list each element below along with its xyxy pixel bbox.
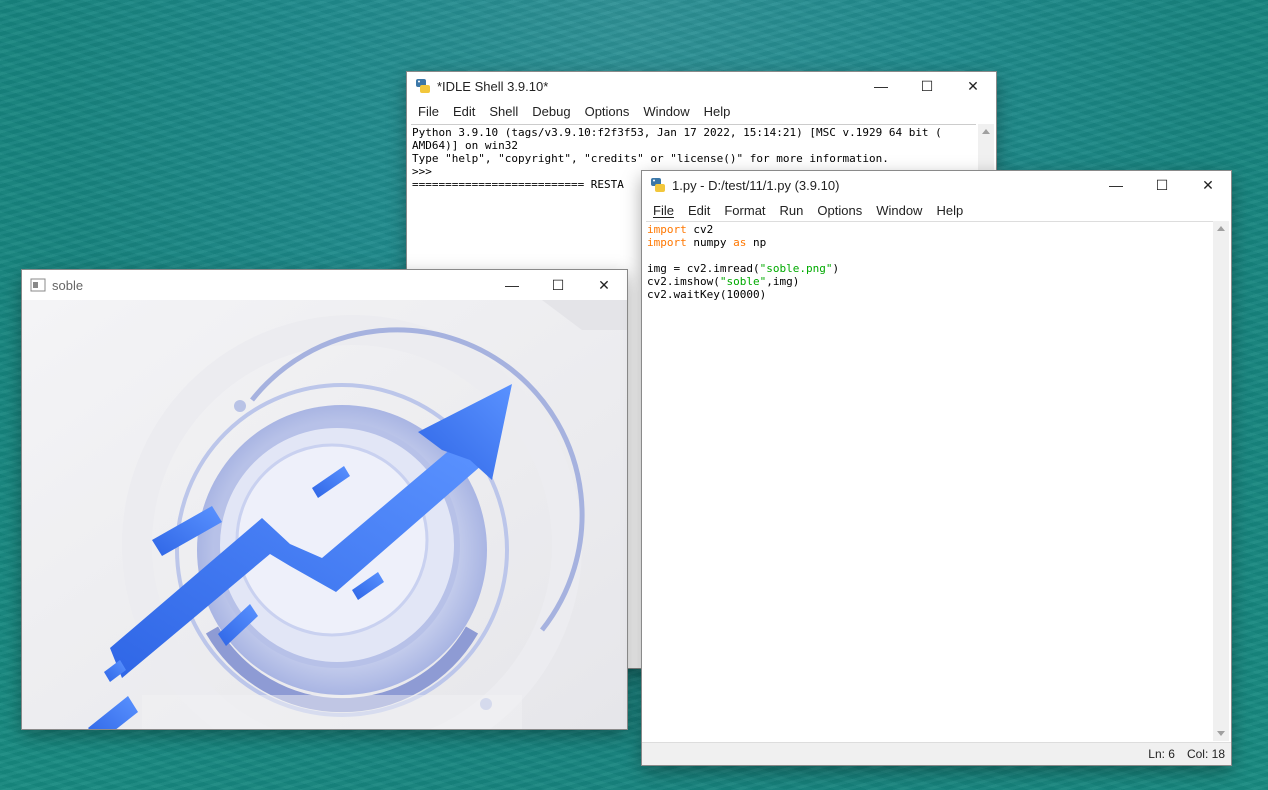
menu-window[interactable]: Window	[636, 104, 696, 119]
editor-scrollbar[interactable]	[1213, 221, 1229, 741]
menu-edit[interactable]: Edit	[446, 104, 482, 119]
scroll-up-icon[interactable]	[1217, 226, 1225, 231]
menu-shell[interactable]: Shell	[482, 104, 525, 119]
shell-line: AMD64)] on win32	[412, 139, 518, 152]
scroll-up-icon[interactable]	[982, 129, 990, 134]
code-line-2: import numpy as np	[647, 236, 1212, 249]
editor-title: 1.py - D:/test/11/1.py (3.9.10)	[672, 177, 840, 193]
python-icon	[416, 79, 430, 93]
close-button[interactable]: ✕	[1185, 171, 1231, 199]
minimize-button[interactable]: —	[1093, 171, 1139, 199]
code-text: cv2.imshow(	[647, 275, 720, 288]
code-text: cv2	[686, 223, 714, 236]
menu-file[interactable]: File	[646, 203, 681, 218]
menu-window[interactable]: Window	[869, 203, 929, 218]
window-icon	[30, 278, 46, 292]
menu-help[interactable]: Help	[697, 104, 738, 119]
status-line: Ln: 6	[1148, 747, 1175, 761]
menu-options[interactable]: Options	[578, 104, 637, 119]
maximize-button[interactable]: ☐	[1139, 171, 1185, 199]
editor-text-area[interactable]: import cv2 import numpy as np img = cv2.…	[646, 221, 1213, 741]
python-file-icon	[651, 178, 665, 192]
scroll-down-icon[interactable]	[1217, 731, 1225, 736]
code-line-6: cv2.waitKey(10000)	[647, 288, 767, 301]
code-line-5: cv2.imshow("soble",img)	[647, 275, 1212, 288]
editor-window[interactable]: 1.py - D:/test/11/1.py (3.9.10) — ☐ ✕ Fi…	[642, 171, 1231, 765]
minimize-button[interactable]: —	[858, 72, 904, 100]
keyword: as	[733, 236, 747, 249]
menu-help[interactable]: Help	[929, 203, 970, 218]
code-text: )	[832, 262, 840, 275]
code-text: numpy	[686, 236, 734, 249]
editor-menubar: File Edit Format Run Options Window Help	[642, 199, 1231, 221]
menu-format[interactable]: Format	[717, 203, 772, 218]
menu-file[interactable]: File	[411, 104, 446, 119]
shell-title: *IDLE Shell 3.9.10*	[437, 78, 549, 94]
menu-edit[interactable]: Edit	[681, 203, 717, 218]
string-literal: "soble.png"	[759, 262, 833, 275]
minimize-button[interactable]: —	[489, 270, 535, 300]
shell-titlebar[interactable]: *IDLE Shell 3.9.10* — ☐ ✕	[407, 72, 996, 100]
menu-run[interactable]: Run	[773, 203, 811, 218]
image-titlebar[interactable]: soble — ☐ ✕	[22, 270, 627, 300]
shell-line: Python 3.9.10 (tags/v3.9.10:f2f3f53, Jan…	[412, 126, 942, 139]
image-title: soble	[52, 277, 84, 293]
image-window[interactable]: soble — ☐ ✕	[22, 270, 627, 729]
shell-line: Type "help", "copyright", "credits" or "…	[412, 152, 889, 165]
menu-options[interactable]: Options	[810, 203, 869, 218]
maximize-button[interactable]: ☐	[535, 270, 581, 300]
menu-debug[interactable]: Debug	[525, 104, 577, 119]
code-line-1: import cv2	[647, 223, 1212, 236]
string-literal: "soble"	[719, 275, 767, 288]
close-button[interactable]: ✕	[581, 270, 627, 300]
keyword: import	[647, 223, 687, 236]
code-line-4: img = cv2.imread("soble.png")	[647, 262, 1212, 275]
growth-arrow-image	[22, 300, 627, 729]
editor-titlebar[interactable]: 1.py - D:/test/11/1.py (3.9.10) — ☐ ✕	[642, 171, 1231, 199]
shell-menubar: File Edit Shell Debug Options Window Hel…	[407, 100, 996, 122]
code-text: ,img)	[766, 275, 800, 288]
code-text: np	[746, 236, 767, 249]
status-bar: Ln: 6 Col: 18	[642, 742, 1231, 765]
status-column: Col: 18	[1186, 747, 1225, 761]
code-text: img = cv2.imread(	[647, 262, 760, 275]
close-button[interactable]: ✕	[950, 72, 996, 100]
maximize-button[interactable]: ☐	[904, 72, 950, 100]
keyword: import	[647, 236, 687, 249]
